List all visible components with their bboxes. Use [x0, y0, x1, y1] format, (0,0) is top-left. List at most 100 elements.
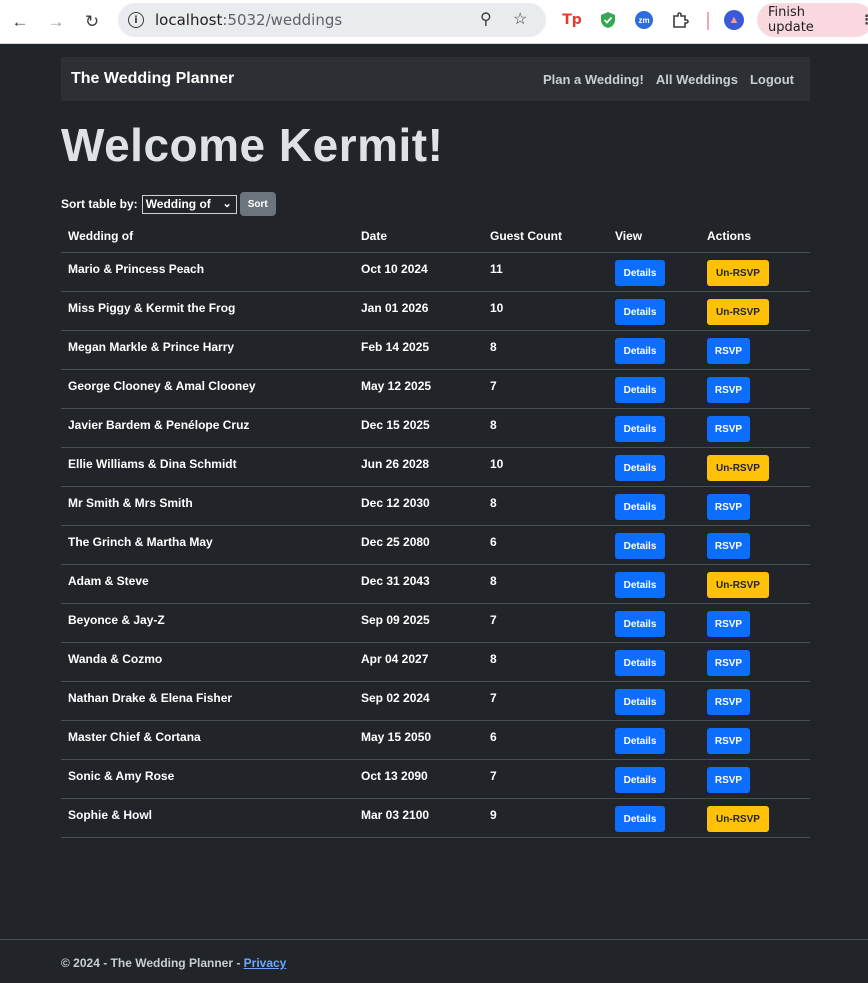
- details-button[interactable]: Details: [615, 260, 665, 286]
- table-row: Adam & Steve Dec 31 2043 8 Details Un-RSVP: [61, 565, 810, 604]
- sort-button[interactable]: Sort: [239, 192, 276, 216]
- url-host: localhost: [155, 11, 223, 29]
- wedding-date: Oct 10 2024: [361, 262, 428, 276]
- details-button[interactable]: Details: [615, 611, 665, 637]
- wedding-couple: Beyonce & Jay-Z: [68, 613, 165, 627]
- wedding-date: Dec 25 2080: [361, 535, 430, 549]
- nav-plan-wedding[interactable]: Plan a Wedding!: [543, 72, 644, 87]
- guest-count: 9: [490, 808, 497, 822]
- address-bar[interactable]: i localhost:5032/weddings ⚲ ☆: [118, 3, 546, 37]
- wedding-date: Sep 02 2024: [361, 691, 430, 705]
- table-row: Master Chief & Cortana May 15 2050 6 Detail…: [61, 721, 810, 760]
- action-cell: RSVP: [707, 721, 750, 754]
- view-cell: Details: [615, 526, 665, 559]
- wedding-date: May 15 2050: [361, 730, 432, 744]
- rsvp-button[interactable]: RSVP: [707, 611, 750, 637]
- nav-all-weddings[interactable]: All Weddings: [656, 72, 738, 87]
- wedding-couple: Mr Smith & Mrs Smith: [68, 496, 193, 510]
- header-view: View: [615, 229, 643, 243]
- rsvp-button[interactable]: RSVP: [707, 689, 750, 715]
- back-arrow-icon[interactable]: ←: [8, 10, 32, 34]
- nav-logout[interactable]: Logout: [750, 72, 794, 87]
- action-cell: RSVP: [707, 370, 750, 403]
- details-button[interactable]: Details: [615, 494, 665, 520]
- details-button[interactable]: Details: [615, 650, 665, 676]
- un-rsvp-button[interactable]: Un-RSVP: [707, 806, 769, 832]
- profile-avatar-icon[interactable]: ▲: [724, 10, 744, 30]
- wedding-date: May 12 2025: [361, 379, 432, 393]
- extensions-puzzle-icon[interactable]: [670, 10, 690, 30]
- bookmark-star-icon[interactable]: ☆: [513, 11, 527, 29]
- view-cell: Details: [615, 799, 665, 832]
- rsvp-button[interactable]: RSVP: [707, 533, 750, 559]
- privacy-link[interactable]: Privacy: [244, 956, 287, 970]
- table-row: Beyonce & Jay-Z Sep 09 2025 7 Details RSVP: [61, 604, 810, 643]
- view-cell: Details: [615, 760, 665, 793]
- header-wedding-of: Wedding of: [68, 229, 134, 243]
- sort-select[interactable]: Wedding of ⌄: [141, 194, 237, 214]
- details-button[interactable]: Details: [615, 377, 665, 403]
- un-rsvp-button[interactable]: Un-RSVP: [707, 260, 769, 286]
- details-button[interactable]: Details: [615, 728, 665, 754]
- details-button[interactable]: Details: [615, 416, 665, 442]
- brand-link[interactable]: The Wedding Planner: [71, 70, 234, 88]
- details-button[interactable]: Details: [615, 806, 665, 832]
- rsvp-button[interactable]: RSVP: [707, 650, 750, 676]
- view-cell: Details: [615, 604, 665, 637]
- url-text[interactable]: localhost:5032/weddings: [155, 11, 342, 29]
- weddings-table: Wedding of Date Guest Count View Actions…: [61, 223, 810, 838]
- browser-toolbar: ← → ↻ i localhost:5032/weddings ⚲ ☆ Tp z…: [0, 0, 868, 44]
- details-button[interactable]: Details: [615, 572, 665, 598]
- view-cell: Details: [615, 448, 665, 481]
- action-cell: RSVP: [707, 682, 750, 715]
- view-cell: Details: [615, 721, 665, 754]
- shield-extension-icon[interactable]: [598, 10, 618, 30]
- zm-extension-icon[interactable]: zm: [634, 10, 654, 30]
- un-rsvp-button[interactable]: Un-RSVP: [707, 455, 769, 481]
- guest-count: 10: [490, 457, 504, 471]
- details-button[interactable]: Details: [615, 689, 665, 715]
- action-cell: RSVP: [707, 604, 750, 637]
- reload-icon[interactable]: ↻: [80, 10, 104, 34]
- app-navbar: The Wedding Planner Plan a Wedding! All …: [61, 57, 810, 101]
- site-info-icon[interactable]: i: [128, 12, 144, 28]
- guest-count: 8: [490, 652, 497, 666]
- details-button[interactable]: Details: [615, 299, 665, 325]
- view-cell: Details: [615, 565, 665, 598]
- wedding-couple: Ellie Williams & Dina Schmidt: [68, 457, 237, 471]
- more-options-icon[interactable]: ⋮: [860, 13, 868, 28]
- wedding-couple: Javier Bardem & Penélope Cruz: [68, 418, 250, 432]
- rsvp-button[interactable]: RSVP: [707, 416, 750, 442]
- rsvp-button[interactable]: RSVP: [707, 767, 750, 793]
- nav-links: Plan a Wedding! All Weddings Logout: [543, 57, 794, 101]
- un-rsvp-button[interactable]: Un-RSVP: [707, 299, 769, 325]
- wedding-date: Oct 13 2090: [361, 769, 428, 783]
- details-button[interactable]: Details: [615, 455, 665, 481]
- zoom-icon[interactable]: ⚲: [480, 11, 492, 29]
- tp-extension-icon[interactable]: Tp: [562, 10, 582, 30]
- un-rsvp-button[interactable]: Un-RSVP: [707, 572, 769, 598]
- action-cell: RSVP: [707, 643, 750, 676]
- table-row: Sonic & Amy Rose Oct 13 2090 7 Details RSVP: [61, 760, 810, 799]
- guest-count: 8: [490, 574, 497, 588]
- rsvp-button[interactable]: RSVP: [707, 494, 750, 520]
- view-cell: Details: [615, 409, 665, 442]
- guest-count: 6: [490, 730, 497, 744]
- wedding-couple: Miss Piggy & Kermit the Frog: [68, 301, 236, 315]
- action-cell: RSVP: [707, 409, 750, 442]
- details-button[interactable]: Details: [615, 338, 665, 364]
- details-button[interactable]: Details: [615, 533, 665, 559]
- rsvp-button[interactable]: RSVP: [707, 377, 750, 403]
- wedding-couple: Wanda & Cozmo: [68, 652, 163, 666]
- wedding-date: Sep 09 2025: [361, 613, 430, 627]
- finish-update-button[interactable]: Finish update ⋮: [757, 3, 868, 37]
- view-cell: Details: [615, 682, 665, 715]
- rsvp-button[interactable]: RSVP: [707, 338, 750, 364]
- details-button[interactable]: Details: [615, 767, 665, 793]
- footer-divider: [0, 939, 868, 940]
- wedding-couple: Sonic & Amy Rose: [68, 769, 175, 783]
- finish-update-label: Finish update: [768, 5, 814, 35]
- wedding-date: Jun 26 2028: [361, 457, 430, 471]
- rsvp-button[interactable]: RSVP: [707, 728, 750, 754]
- forward-arrow-icon[interactable]: →: [44, 10, 68, 34]
